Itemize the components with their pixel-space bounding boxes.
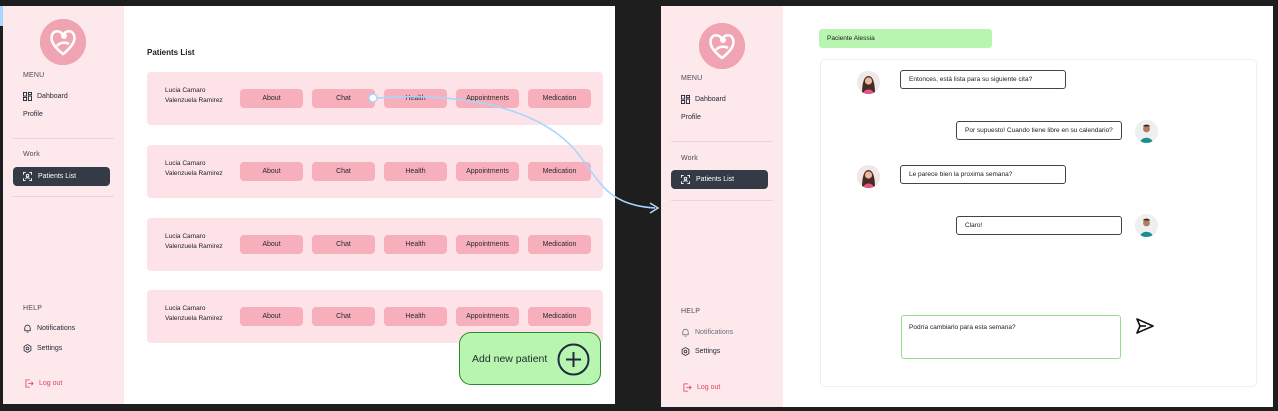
patient-name: Lucia Camaro Valenzuela Ramirez [165, 87, 223, 104]
chat-message-incoming: Le parece bien la proxima semana? [900, 165, 1066, 184]
sidebar-item-dashboard[interactable]: Dahboard [23, 92, 68, 101]
patient-card: Lucia Camaro Valenzuela Ramirez About Ch… [147, 145, 603, 198]
sidebar-item-profile[interactable]: Profile [681, 114, 701, 121]
chat-button[interactable]: Chat [312, 162, 375, 181]
patient-avatar [857, 165, 880, 188]
menu-section-label: MENU [23, 72, 45, 79]
sidebar-item-notifications[interactable]: Notifications [23, 324, 75, 333]
sidebar-divider [13, 138, 114, 139]
patients-list-icon [681, 175, 690, 184]
chat-button[interactable]: Chat [312, 235, 375, 254]
flow-arrow-head [649, 202, 660, 214]
sidebar-item-label: Notifications [37, 325, 76, 332]
sidebar-divider [671, 200, 773, 201]
sidebar-item-label: Patients List [696, 176, 735, 183]
gear-icon [23, 344, 32, 353]
logout-button[interactable]: Log out [683, 383, 720, 392]
patients-list-icon [23, 172, 32, 181]
sidebar-item-profile[interactable]: Profile [23, 111, 43, 118]
logout-button[interactable]: Log out [25, 379, 62, 388]
patient-card: Lucia Camaro Valenzuela Ramirez About Ch… [147, 218, 603, 271]
sidebar-item-label: Settings [695, 348, 721, 355]
doctor-avatar [1135, 214, 1158, 237]
medication-button[interactable]: Medication [528, 89, 591, 108]
help-section-label: HELP [681, 308, 701, 315]
gear-icon [681, 347, 690, 356]
patient-name: Lucia Camaro Valenzuela Ramirez [165, 233, 223, 250]
send-icon[interactable] [1135, 316, 1155, 336]
plus-circle-icon [557, 343, 590, 376]
work-section-label: Work [23, 151, 41, 158]
sidebar-item-label: Dahboard [695, 96, 726, 103]
appointments-button[interactable]: Appointments [456, 89, 519, 108]
help-section-label: HELP [23, 305, 43, 312]
appointments-button[interactable]: Appointments [456, 162, 519, 181]
sidebar: MENU Dahboard Profile Work Patients List… [3, 6, 124, 404]
sidebar-item-settings[interactable]: Settings [23, 344, 62, 353]
patient-card: Lucia Camaro Valenzuela Ramirez About Ch… [147, 72, 603, 125]
sidebar-item-label: Profile [681, 114, 701, 121]
sidebar-item-label: Dahboard [37, 93, 68, 100]
sidebar-item-label: Settings [37, 345, 63, 352]
sidebar-item-label: Notifications [695, 329, 734, 336]
sidebar-item-patients-list[interactable]: Patients List [671, 170, 768, 189]
chat-button[interactable]: Chat [312, 89, 375, 108]
medication-button[interactable]: Medication [528, 235, 591, 254]
dashboard-icon [681, 95, 690, 104]
work-section-label: Work [681, 155, 699, 162]
sidebar-item-notifications[interactable]: Notifications [681, 328, 733, 337]
chat-message-incoming: Entonces, está lista para su siguiente c… [900, 70, 1066, 89]
logout-icon [683, 383, 692, 392]
health-button[interactable]: Health [384, 307, 447, 326]
page-title: Patients List [147, 48, 195, 57]
dashboard-icon [23, 92, 32, 101]
health-button[interactable]: Health [384, 162, 447, 181]
sidebar-divider [671, 141, 773, 142]
health-button[interactable]: Health [384, 89, 447, 108]
doctor-avatar [1135, 120, 1158, 143]
logo-icon [699, 23, 745, 69]
message-input[interactable]: Podría cambiarlo para esta semana? [901, 315, 1121, 359]
about-button[interactable]: About [240, 162, 303, 181]
logo-icon [40, 19, 86, 65]
medication-button[interactable]: Medication [528, 307, 591, 326]
about-button[interactable]: About [240, 89, 303, 108]
about-button[interactable]: About [240, 307, 303, 326]
add-new-patient-button[interactable]: Add new patient [459, 332, 601, 385]
patient-name: Lucia Camaro Valenzuela Ramirez [165, 305, 223, 322]
patient-avatar [857, 71, 880, 94]
appointments-button[interactable]: Appointments [456, 235, 519, 254]
chat-message-outgoing: Por supuesto! Cuando tiene libre en su c… [956, 121, 1122, 140]
bell-icon [681, 328, 690, 337]
patients-list-screen: MENU Dahboard Profile Work Patients List… [3, 6, 615, 404]
health-button[interactable]: Health [384, 235, 447, 254]
about-button[interactable]: About [240, 235, 303, 254]
sidebar-item-patients-list[interactable]: Patients List [13, 167, 110, 186]
logout-icon [25, 379, 34, 388]
logout-label: Log out [697, 384, 721, 391]
chat-screen: MENU Dahboard Profile Work Patients List… [661, 6, 1273, 407]
logout-label: Log out [39, 380, 63, 387]
patient-name: Lucia Camaro Valenzuela Ramirez [165, 160, 223, 177]
chat-message-outgoing: Claro! [956, 216, 1122, 235]
chat-button[interactable]: Chat [312, 307, 375, 326]
add-new-patient-label: Add new patient [472, 353, 548, 365]
sidebar-item-label: Profile [23, 111, 43, 118]
sidebar-item-settings[interactable]: Settings [681, 347, 720, 356]
chat-title: Paciente Alessia [819, 29, 992, 48]
sidebar: MENU Dahboard Profile Work Patients List… [661, 6, 783, 407]
appointments-button[interactable]: Appointments [456, 307, 519, 326]
sidebar-item-label: Patients List [38, 173, 77, 180]
sidebar-item-dashboard[interactable]: Dahboard [681, 95, 726, 104]
bell-icon [23, 324, 32, 333]
menu-section-label: MENU [681, 75, 703, 82]
medication-button[interactable]: Medication [528, 162, 591, 181]
sidebar-divider [13, 196, 114, 197]
